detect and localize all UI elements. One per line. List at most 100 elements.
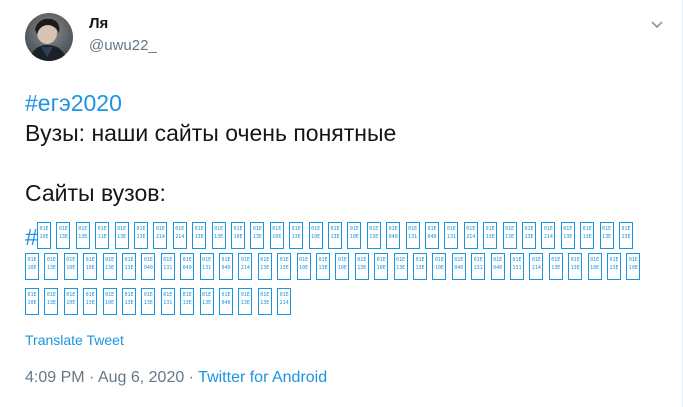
unrendered-glyph-box: 01E 13E — [141, 288, 156, 315]
unrendered-glyph-box: 01E 10E — [25, 253, 39, 280]
unrendered-glyph-box: 01E 10E — [626, 253, 641, 280]
hashtag-prefix[interactable]: # — [25, 223, 38, 251]
glyph-code-bottom: 13E — [260, 265, 270, 271]
glyph-code-bottom: 040 — [221, 300, 231, 306]
glyph-code-bottom: 13E — [505, 234, 515, 240]
glyph-code-bottom: 131 — [163, 300, 173, 306]
unrendered-glyph-box: 01E 040 — [490, 253, 505, 280]
avatar[interactable] — [25, 13, 73, 61]
glyph-code-top: 01E — [260, 257, 270, 263]
unrendered-glyph-box: 01E 13E — [599, 222, 614, 249]
glyph-code-top: 01E — [143, 257, 153, 263]
glyph-code-top: 01E — [155, 226, 165, 232]
meta-separator: · — [84, 369, 98, 386]
unrendered-glyph-box: 01E 131 — [199, 253, 214, 280]
unrendered-glyph-box: 01E 13E — [354, 253, 369, 280]
unrendered-glyph-box: 01E 10E — [335, 253, 350, 280]
glyph-code-bottom: 040 — [143, 265, 153, 271]
tweet-text: #егэ2020 Вузы: наши сайты очень понятные… — [25, 88, 665, 208]
chevron-down-icon[interactable] — [648, 16, 666, 34]
unrendered-glyph-box: 01E 10E — [83, 253, 98, 280]
glyph-code-top: 01E — [396, 257, 406, 263]
glyph-code-bottom: 131 — [446, 234, 456, 240]
glyph-code-top: 01E — [369, 226, 379, 232]
glyph-code-top: 01E — [551, 257, 561, 263]
glyph-code-bottom: 11E — [97, 234, 107, 240]
author-display-name[interactable]: Ля — [89, 15, 108, 32]
glyph-code-bottom: 13E — [279, 265, 289, 271]
unrendered-glyph-box: 01E 13E — [277, 253, 292, 280]
glyph-code-bottom: 13E — [182, 300, 192, 306]
glyph-code-bottom: 13E — [318, 265, 328, 271]
unrendered-glyph-box: 01E 131 — [160, 288, 175, 315]
unrendered-glyph-box: 01E 10E — [63, 253, 78, 280]
unrendered-glyph-box: 01E 13E — [102, 253, 117, 280]
glyph-code-bottom: 13E — [117, 234, 127, 240]
glyph-code-bottom: 131 — [473, 265, 483, 271]
glyph-code-bottom: 13E — [194, 234, 204, 240]
glyph-code-bottom: 214 — [279, 300, 289, 306]
glyph-code-bottom: 10E — [85, 265, 95, 271]
glyph-code-bottom: 214 — [543, 234, 553, 240]
glyph-code-top: 01E — [163, 257, 173, 263]
author-handle[interactable]: @uwu22_ — [89, 37, 157, 54]
glyph-code-top: 01E — [388, 226, 398, 232]
glyph-code-bottom: 13E — [330, 234, 340, 240]
glyph-code-top: 01E — [194, 226, 204, 232]
unrendered-glyph-box: 01E 10E — [37, 222, 51, 249]
glyph-code-bottom: 13E — [563, 234, 573, 240]
unrendered-glyph-box: 01E 040 — [386, 222, 401, 249]
tweet-line-1: Вузы: наши сайты очень понятные — [25, 120, 397, 146]
glyph-code-top: 01E — [415, 257, 425, 263]
glyph-code-top: 01E — [311, 226, 321, 232]
glyph-code-bottom: 13E — [252, 234, 262, 240]
glyph-code-bottom: 13E — [143, 300, 153, 306]
glyph-code-bottom: 13E — [85, 300, 95, 306]
glyph-code-bottom: 13E — [214, 234, 224, 240]
unrendered-glyph-box: 01E 13E — [580, 222, 595, 249]
unrendered-glyph-box: 01E 13E — [568, 253, 583, 280]
tweet-date[interactable]: Aug 6, 2020 — [98, 369, 184, 386]
unrendered-glyph-box: 01E 13E — [114, 222, 129, 249]
glyph-code-top: 01E — [214, 226, 224, 232]
tweet-line-2: Сайты вузов: — [25, 180, 166, 206]
glyph-code-top: 01E — [182, 257, 192, 263]
glyph-code-top: 01E — [182, 292, 192, 298]
tweet-time[interactable]: 4:09 PM — [25, 369, 85, 386]
glyph-code-top: 01E — [505, 226, 515, 232]
glyph-code-top: 01E — [240, 292, 250, 298]
tweet-source-link[interactable]: Twitter for Android — [198, 369, 327, 386]
unrendered-glyph-box: 01E 13E — [560, 222, 575, 249]
unrendered-glyph-box: 01E 214 — [277, 288, 292, 315]
glyph-code-bottom: 10E — [27, 300, 37, 306]
glyph-code-top: 01E — [531, 257, 541, 263]
unrendered-glyph-box: 01E 040 — [219, 288, 233, 315]
glyph-code-bottom: 13E — [524, 234, 534, 240]
glyph-code-top: 01E — [493, 257, 503, 263]
unrendered-glyph-box: 01E 13E — [44, 253, 59, 280]
glyph-code-bottom: 13E — [136, 234, 146, 240]
unrendered-glyph-box: 01E 13E — [180, 288, 195, 315]
glyph-code-top: 01E — [202, 292, 212, 298]
glyph-code-top: 01E — [349, 226, 359, 232]
glyph-code-top: 01E — [85, 257, 95, 263]
unrendered-glyph-box: 01E 10E — [231, 222, 245, 249]
unrendered-glyph-box: 01E 13E — [413, 253, 427, 280]
unrendered-glyph-box: 01E 10E — [63, 288, 78, 315]
glyph-code-bottom: 10E — [311, 234, 321, 240]
glyph-code-bottom: 10E — [349, 234, 359, 240]
glyph-code-bottom: 10E — [27, 265, 37, 271]
glyph-code-bottom: 214 — [466, 234, 476, 240]
avatar-image — [25, 13, 73, 61]
hashtag-link[interactable]: #егэ2020 — [25, 88, 665, 118]
glyph-code-top: 01E — [27, 292, 37, 298]
translate-tweet-link[interactable]: Translate Tweet — [25, 332, 124, 348]
glyph-code-bottom: 131 — [408, 234, 418, 240]
glyph-code-top: 01E — [221, 292, 231, 298]
glyph-code-top: 01E — [124, 292, 134, 298]
glyph-code-top: 01E — [143, 292, 153, 298]
unrendered-glyph-box: 01E 13E — [328, 222, 342, 249]
glyph-code-top: 01E — [446, 226, 456, 232]
unrendered-glyph-box: 01E 040 — [451, 253, 466, 280]
unrendered-glyph-box: 01E 131 — [510, 253, 524, 280]
